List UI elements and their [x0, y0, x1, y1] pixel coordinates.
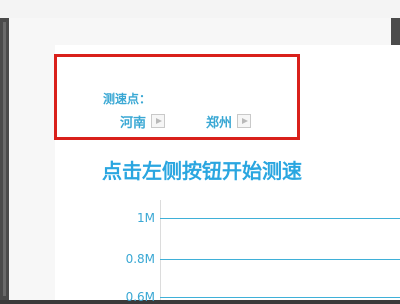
left-scroll-strip: [0, 18, 9, 300]
node-henan[interactable]: 河南: [120, 112, 166, 131]
chart-y-axis: [160, 200, 161, 300]
browser-top-bar: [0, 0, 400, 18]
highlight-frame: [54, 54, 300, 140]
left-scroll-thumb[interactable]: [3, 22, 6, 296]
gridline: [160, 259, 400, 260]
node-henan-label: 河南: [120, 115, 147, 131]
play-icon[interactable]: [237, 114, 252, 128]
start-test-headline: 点击左侧按钮开始测速: [102, 159, 302, 183]
station-label: 测速点：: [103, 92, 152, 106]
play-icon[interactable]: [151, 114, 166, 128]
gridline: [160, 297, 400, 298]
gridline: [160, 218, 400, 219]
y-tick-label: 0.8M: [125, 252, 155, 266]
node-zhengzhou[interactable]: 郑州: [206, 112, 252, 131]
node-zhengzhou-label: 郑州: [206, 115, 233, 131]
y-tick-label: 0.6M: [125, 290, 155, 304]
y-tick-label: 1M: [137, 211, 155, 225]
